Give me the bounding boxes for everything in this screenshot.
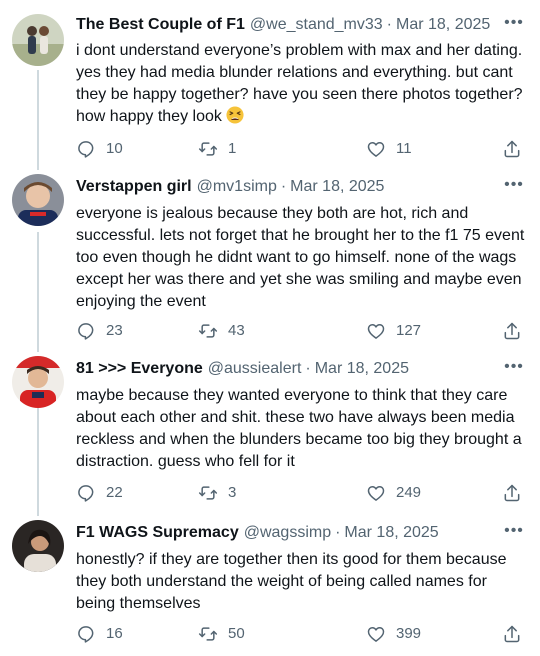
retweet-count: 1 — [228, 140, 237, 157]
reply-button[interactable]: 16 — [76, 623, 123, 645]
tweet[interactable]: Verstappen girl @mv1simp · Mar 18, 2025 … — [0, 170, 540, 352]
like-count: 399 — [396, 625, 422, 642]
share-button[interactable] — [502, 623, 522, 645]
tweet[interactable]: F1 WAGS Supremacy @wagssimp · Mar 18, 20… — [0, 516, 540, 656]
retweet-icon — [198, 627, 218, 641]
share-button[interactable] — [502, 138, 522, 160]
tweet-date[interactable]: Mar 18, 2025 — [396, 14, 490, 36]
separator-dot: · — [335, 524, 341, 541]
retweet-button[interactable]: 43 — [198, 320, 245, 342]
heart-icon — [367, 486, 385, 501]
avatar[interactable] — [12, 520, 64, 572]
tweet-text: everyone is jealous because they both ar… — [76, 203, 526, 313]
like-button[interactable]: 399 — [366, 623, 421, 645]
reply-button[interactable]: 10 — [76, 138, 123, 160]
tweet[interactable]: 81 >>> Everyone @aussiealert · Mar 18, 2… — [0, 352, 540, 516]
share-icon — [504, 484, 520, 502]
reply-button[interactable]: 23 — [76, 320, 123, 342]
user-handle[interactable]: @aussiealert — [208, 358, 302, 380]
separator-dot: · — [305, 360, 311, 377]
tweet-actions: 10 1 11 — [76, 138, 530, 160]
avatar[interactable] — [12, 14, 64, 66]
tweet-date[interactable]: Mar 18, 2025 — [315, 358, 409, 380]
share-icon — [504, 322, 520, 340]
reply-count: 16 — [106, 625, 123, 642]
display-name[interactable]: 81 >>> Everyone — [76, 358, 203, 380]
more-icon[interactable]: ••• — [502, 356, 526, 378]
tweet-header: The Best Couple of F1 @we_stand_mv33 · M… — [76, 14, 490, 36]
reply-count: 22 — [106, 484, 123, 501]
user-handle[interactable]: @wagssimp — [244, 522, 331, 544]
retweet-icon — [198, 142, 218, 156]
avatar-image — [12, 520, 64, 572]
retweet-icon — [198, 324, 218, 338]
tweet-text: i dont understand everyone’s problem wit… — [76, 40, 526, 128]
tweet-text: honestly? if they are together then its … — [76, 549, 526, 615]
tweet-text-content: everyone is jealous because they both ar… — [76, 205, 525, 310]
reply-count: 10 — [106, 140, 123, 157]
reply-icon — [78, 323, 94, 340]
separator-dot: · — [280, 178, 287, 195]
like-count: 11 — [396, 140, 412, 157]
tweet-text: maybe because they wanted everyone to th… — [76, 385, 526, 473]
share-icon — [504, 140, 520, 158]
reply-icon — [78, 626, 94, 643]
like-button[interactable]: 127 — [366, 320, 421, 342]
like-button[interactable]: 249 — [366, 482, 421, 504]
retweet-count: 50 — [228, 625, 245, 642]
avatar[interactable] — [12, 356, 64, 408]
share-button[interactable] — [502, 482, 522, 504]
tweet-date[interactable]: Mar 18, 2025 — [344, 522, 438, 544]
display-name[interactable]: The Best Couple of F1 — [76, 14, 245, 36]
like-count: 127 — [396, 322, 422, 339]
like-count: 249 — [396, 484, 422, 501]
display-name[interactable]: Verstappen girl — [76, 176, 192, 198]
retweet-button[interactable]: 50 — [198, 623, 245, 645]
tweet[interactable]: The Best Couple of F1 @we_stand_mv33 · M… — [0, 0, 540, 170]
share-icon — [504, 625, 520, 643]
display-name[interactable]: F1 WAGS Supremacy — [76, 522, 239, 544]
heart-icon — [367, 324, 385, 339]
tweet-header: Verstappen girl @mv1simp · Mar 18, 2025 — [76, 176, 384, 198]
reply-button[interactable]: 22 — [76, 482, 123, 504]
retweet-icon — [198, 486, 218, 500]
more-icon[interactable]: ••• — [502, 174, 526, 196]
separator-dot: · — [386, 16, 392, 33]
retweet-button[interactable]: 1 — [198, 138, 236, 160]
tweet-actions: 16 50 399 — [76, 623, 530, 645]
tweet-actions: 23 43 127 — [76, 320, 530, 342]
retweet-count: 3 — [228, 484, 237, 501]
avatar-image — [12, 356, 64, 408]
tweet-text-content: i dont understand everyone’s problem wit… — [76, 42, 523, 125]
tired-face-emoji-icon — [226, 106, 244, 124]
heart-icon — [367, 142, 385, 157]
tweet-header: F1 WAGS Supremacy @wagssimp · Mar 18, 20… — [76, 522, 439, 544]
user-handle[interactable]: @mv1simp — [197, 176, 277, 198]
retweet-count: 43 — [228, 322, 245, 339]
like-button[interactable]: 11 — [366, 138, 412, 160]
avatar-image — [12, 174, 64, 226]
tweet-date[interactable]: Mar 18, 2025 — [290, 176, 384, 198]
reply-icon — [78, 141, 94, 158]
user-handle[interactable]: @we_stand_mv33 — [250, 14, 383, 36]
reply-icon — [78, 485, 94, 502]
tweet-text-content: honestly? if they are together then its … — [76, 551, 507, 612]
avatar[interactable] — [12, 174, 64, 226]
more-icon[interactable]: ••• — [502, 520, 526, 542]
heart-icon — [367, 627, 385, 642]
tweet-text-content: maybe because they wanted everyone to th… — [76, 387, 522, 470]
share-button[interactable] — [502, 320, 522, 342]
retweet-button[interactable]: 3 — [198, 482, 236, 504]
more-icon[interactable]: ••• — [502, 12, 526, 34]
avatar-image — [12, 14, 64, 66]
tweet-header: 81 >>> Everyone @aussiealert · Mar 18, 2… — [76, 358, 409, 380]
reply-count: 23 — [106, 322, 123, 339]
tweet-actions: 22 3 249 — [76, 482, 530, 504]
